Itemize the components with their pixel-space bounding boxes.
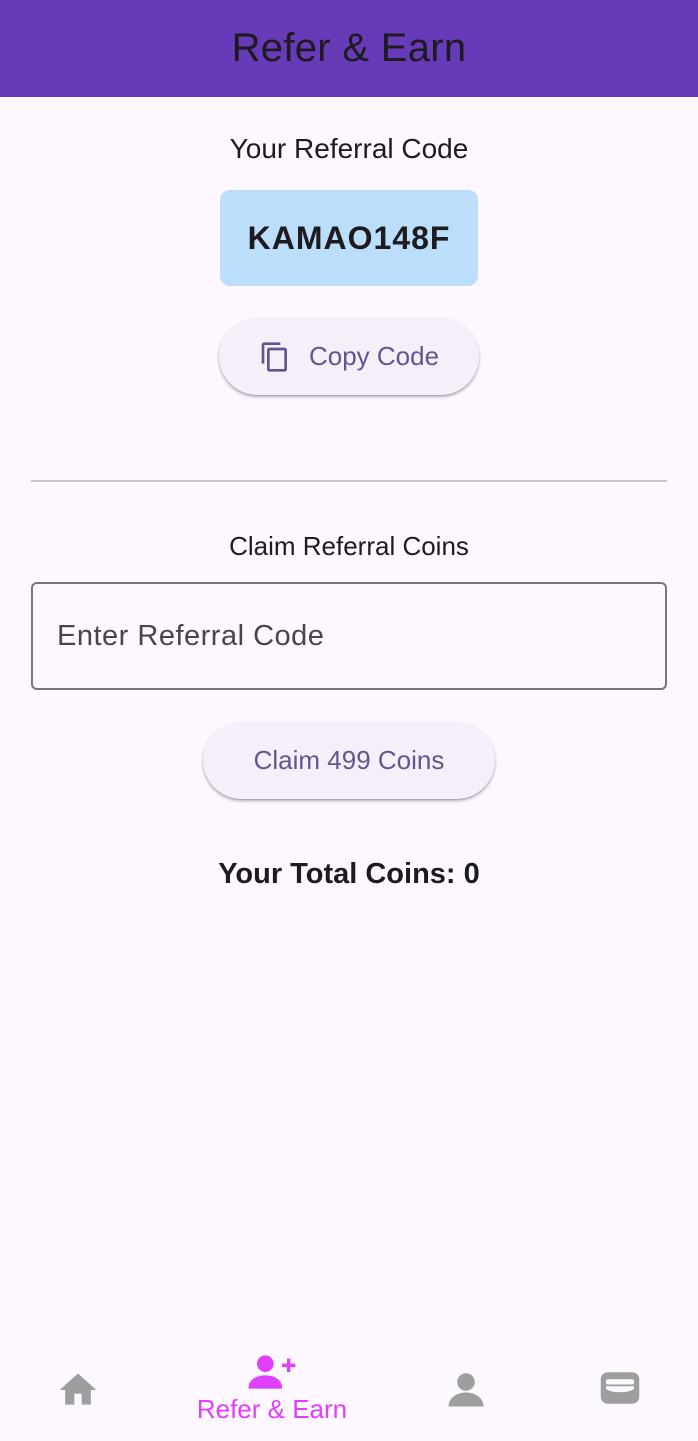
total-coins-text: Your Total Coins: 0 bbox=[218, 858, 480, 890]
home-icon bbox=[56, 1368, 100, 1412]
copy-code-button[interactable]: Copy Code bbox=[219, 318, 479, 395]
nav-item-home[interactable] bbox=[28, 1338, 128, 1441]
referral-code-input[interactable] bbox=[55, 618, 639, 654]
copy-code-label: Copy Code bbox=[308, 341, 440, 371]
person-add-icon bbox=[247, 1352, 297, 1392]
person-icon bbox=[445, 1368, 487, 1410]
nav-item-profile[interactable] bbox=[416, 1338, 516, 1441]
referral-code-display: KAMAO148F bbox=[220, 190, 478, 286]
referral-code-field-container bbox=[31, 582, 667, 690]
referral-code-heading: Your Referral Code bbox=[229, 133, 469, 164]
bottom-navigation-bar: Refer & Earn bbox=[0, 1338, 698, 1441]
nav-item-refer-earn[interactable]: Refer & Earn bbox=[172, 1338, 372, 1441]
section-divider bbox=[31, 480, 667, 482]
wallet-icon bbox=[599, 1370, 641, 1406]
claim-coins-button[interactable]: Claim 499 Coins bbox=[203, 722, 495, 799]
nav-label-refer-earn: Refer & Earn bbox=[196, 1394, 348, 1424]
claim-coins-heading: Claim Referral Coins bbox=[229, 531, 469, 561]
copy-icon bbox=[259, 340, 291, 374]
page-title: Refer & Earn bbox=[231, 26, 467, 70]
nav-item-wallet[interactable] bbox=[570, 1338, 670, 1441]
claim-coins-label: Claim 499 Coins bbox=[253, 745, 445, 775]
app-bar: Refer & Earn bbox=[0, 0, 698, 97]
